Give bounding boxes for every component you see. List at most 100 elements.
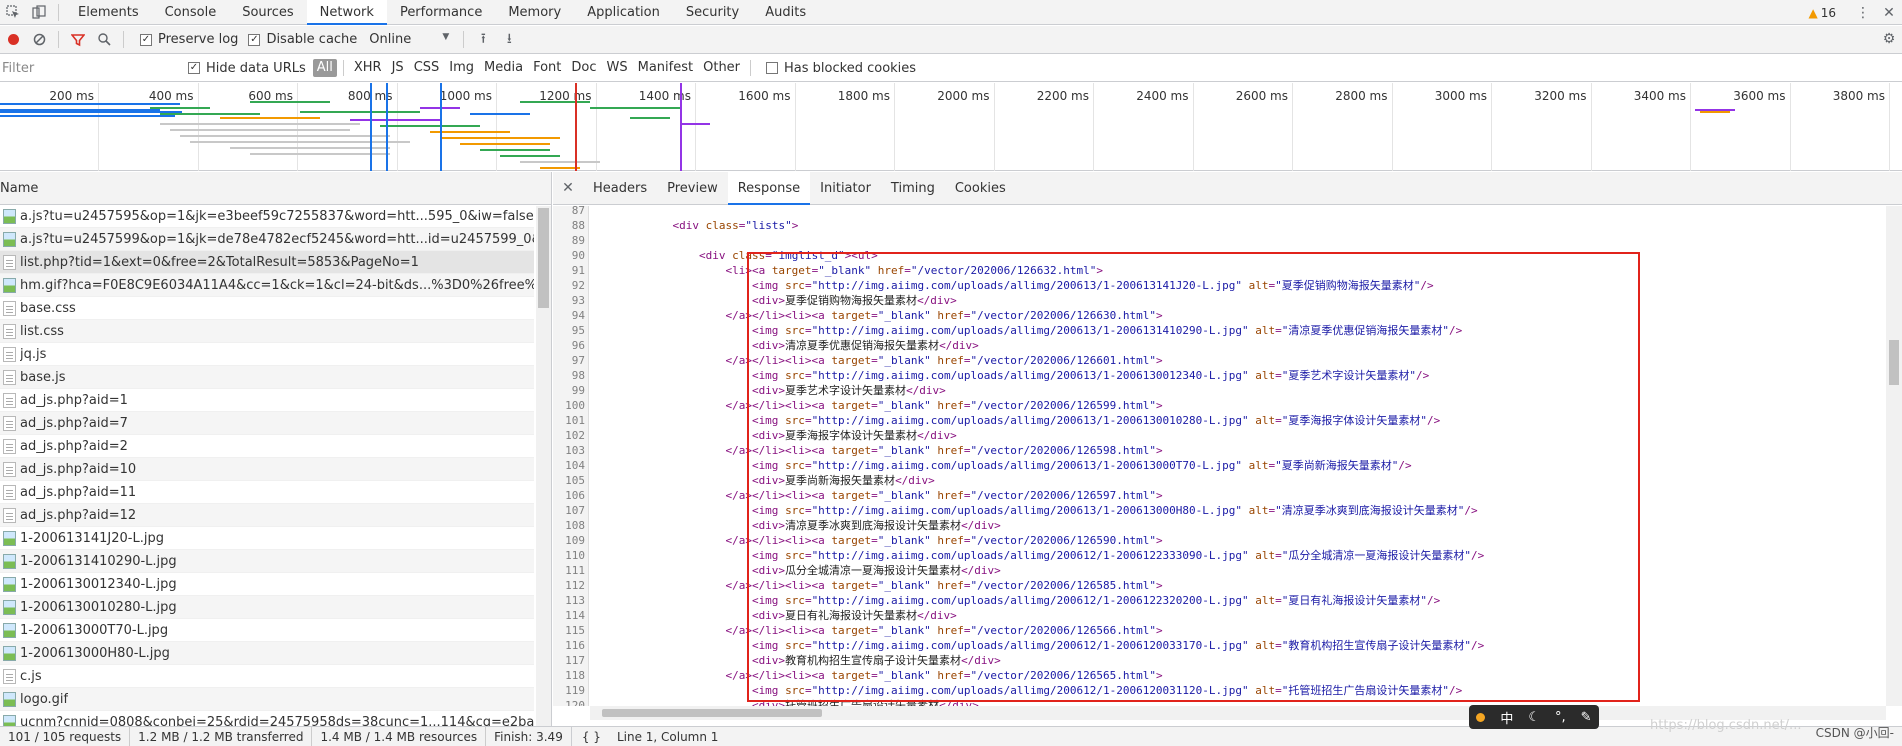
waterfall-bar xyxy=(170,129,350,131)
request-row[interactable]: jq.js xyxy=(0,343,534,366)
type-filter-xhr[interactable]: XHR xyxy=(350,59,386,77)
scrollbar-thumb[interactable] xyxy=(602,709,822,717)
type-filter-js[interactable]: JS xyxy=(388,59,408,77)
device-toolbar-icon[interactable] xyxy=(26,0,52,25)
response-vertical-scrollbar[interactable] xyxy=(1886,206,1902,706)
network-overview-timeline[interactable]: 200 ms 400 ms 600 ms 800 ms 1000 ms 1200 ms 14… xyxy=(0,83,1902,171)
request-list-scrollbar[interactable] xyxy=(536,206,551,726)
tab-memory[interactable]: Memory xyxy=(495,0,574,25)
disable-cache-checkbox[interactable]: ✓ Disable cache xyxy=(248,32,357,47)
warnings-badge[interactable]: ▲ 16 xyxy=(1808,6,1836,20)
scrollbar-thumb[interactable] xyxy=(1889,340,1899,385)
separator xyxy=(342,60,344,76)
code-token: > xyxy=(1155,534,1163,547)
detail-tab-cookies[interactable]: Cookies xyxy=(945,172,1016,205)
filter-input[interactable] xyxy=(0,58,178,78)
tab-network[interactable]: Network xyxy=(306,0,387,25)
code-token: <div> xyxy=(593,474,786,487)
type-filter-ws[interactable]: WS xyxy=(603,59,632,77)
type-filter-manifest[interactable]: Manifest xyxy=(634,59,697,77)
code-token: > xyxy=(1155,489,1163,502)
tab-security[interactable]: Security xyxy=(673,0,752,25)
inspect-element-icon[interactable] xyxy=(0,0,26,25)
clear-icon[interactable] xyxy=(26,27,52,52)
close-detail-icon[interactable]: ✕ xyxy=(553,180,583,196)
request-row[interactable]: ad_js.php?aid=10 xyxy=(0,458,534,481)
transferred-size: 1.2 MB / 1.2 MB transferred xyxy=(130,726,313,746)
detail-tab-preview[interactable]: Preview xyxy=(657,172,728,205)
type-filter-doc[interactable]: Doc xyxy=(567,59,600,77)
tab-elements[interactable]: Elements xyxy=(65,0,152,25)
request-row[interactable]: list.css xyxy=(0,320,534,343)
request-row[interactable]: 1-200613000H80-L.jpg xyxy=(0,642,534,665)
type-filter-css[interactable]: CSS xyxy=(410,59,444,77)
tab-console[interactable]: Console xyxy=(152,0,230,25)
preserve-log-checkbox[interactable]: ✓ Preserve log xyxy=(140,32,238,47)
punctuation-icon[interactable]: °, xyxy=(1555,710,1566,725)
pretty-print-icon[interactable]: { } xyxy=(572,727,609,746)
tab-audits[interactable]: Audits xyxy=(752,0,819,25)
export-har-icon[interactable]: ⭳ xyxy=(496,27,522,52)
code-token: <div> xyxy=(593,609,786,622)
request-row[interactable]: ad_js.php?aid=11 xyxy=(0,481,534,504)
code-text: <div>夏季尚新海报矢量素材</div> xyxy=(585,473,935,488)
search-icon[interactable] xyxy=(91,27,117,52)
request-row[interactable]: c.js xyxy=(0,665,534,688)
import-har-icon[interactable]: ⭱ xyxy=(470,27,496,52)
code-line: 115 </a></li><li><a target="_blank" href… xyxy=(553,623,1162,638)
hide-data-urls-checkbox[interactable]: ✓ Hide data URLs xyxy=(188,61,306,76)
detail-tab-initiator[interactable]: Initiator xyxy=(810,172,881,205)
request-row[interactable]: logo.gif xyxy=(0,688,534,711)
tab-application[interactable]: Application xyxy=(574,0,673,25)
request-row[interactable]: base.css xyxy=(0,297,534,320)
filter-icon[interactable] xyxy=(65,27,91,52)
code-token: <div> xyxy=(593,654,786,667)
tab-sources[interactable]: Sources xyxy=(229,0,306,25)
close-devtools-icon[interactable]: ✕ xyxy=(1876,0,1902,25)
detail-tab-timing[interactable]: Timing xyxy=(881,172,945,205)
type-filter-all[interactable]: All xyxy=(312,59,337,77)
type-filter-other[interactable]: Other xyxy=(699,59,744,77)
detail-tab-headers[interactable]: Headers xyxy=(583,172,657,205)
tab-performance[interactable]: Performance xyxy=(387,0,495,25)
type-filter-media[interactable]: Media xyxy=(480,59,527,77)
wrench-icon[interactable]: ✎ xyxy=(1581,710,1592,725)
request-row[interactable]: 1-200613141J20-L.jpg xyxy=(0,527,534,550)
settings-gear-icon[interactable]: ⚙ xyxy=(1876,26,1902,51)
type-filter-img[interactable]: Img xyxy=(445,59,478,77)
code-line: 112 </a></li><li><a target="_blank" href… xyxy=(553,578,1162,593)
more-menu-icon[interactable]: ⋮ xyxy=(1850,0,1876,25)
request-row[interactable]: list.php?tid=1&ext=0&free=2&TotalResult=… xyxy=(0,251,534,274)
ime-status-dot-icon xyxy=(1476,712,1486,722)
request-row[interactable]: base.js xyxy=(0,366,534,389)
top-right-controls: ▲ 16 ⋮ ✕ xyxy=(1808,0,1902,25)
ime-toolbar[interactable]: 中 ☾ °, ✎ xyxy=(1469,705,1599,729)
timeline-gridline xyxy=(1789,83,1791,171)
moon-icon[interactable]: ☾ xyxy=(1528,710,1540,725)
throttling-select[interactable]: Online ▼ xyxy=(369,32,449,47)
detail-tab-response[interactable]: Response xyxy=(727,171,811,205)
type-filter-font[interactable]: Font xyxy=(529,59,565,77)
code-token: = xyxy=(765,249,772,262)
response-body[interactable]: 87 88 <div class="lists"> 89 90 <div class=… xyxy=(553,206,1902,706)
name-column-header[interactable]: Name xyxy=(0,172,551,205)
request-row[interactable]: ad_js.php?aid=1 xyxy=(0,389,534,412)
request-row[interactable]: 1-2006131410290-L.jpg xyxy=(0,550,534,573)
request-row[interactable]: ad_js.php?aid=7 xyxy=(0,412,534,435)
request-row[interactable]: a.js?tu=u2457599&op=1&jk=de78e4782ecf524… xyxy=(0,228,534,251)
request-row[interactable]: hm.gif?hca=F0E8C9E6034A11A4&cc=1&ck=1&cl… xyxy=(0,274,534,297)
request-row[interactable]: 1-2006130012340-L.jpg xyxy=(0,573,534,596)
request-row[interactable]: a.js?tu=u2457595&op=1&jk=e3beef59c725583… xyxy=(0,205,534,228)
has-blocked-cookies-checkbox[interactable]: Has blocked cookies xyxy=(766,61,916,76)
scrollbar-thumb[interactable] xyxy=(538,208,549,308)
line-number: 103 xyxy=(565,444,585,457)
request-row[interactable]: 1-2006130010280-L.jpg xyxy=(0,596,534,619)
code-token: src xyxy=(785,459,805,472)
code-token: "/vector/202006/126599.html" xyxy=(970,399,1156,412)
ime-language[interactable]: 中 xyxy=(1500,708,1513,727)
request-row[interactable]: ad_js.php?aid=12 xyxy=(0,504,534,527)
request-row[interactable]: ad_js.php?aid=2 xyxy=(0,435,534,458)
record-icon[interactable] xyxy=(0,27,26,52)
code-line: 94 </a></li><li><a target="_blank" href=… xyxy=(553,308,1163,323)
request-row[interactable]: 1-200613000T70-L.jpg xyxy=(0,619,534,642)
